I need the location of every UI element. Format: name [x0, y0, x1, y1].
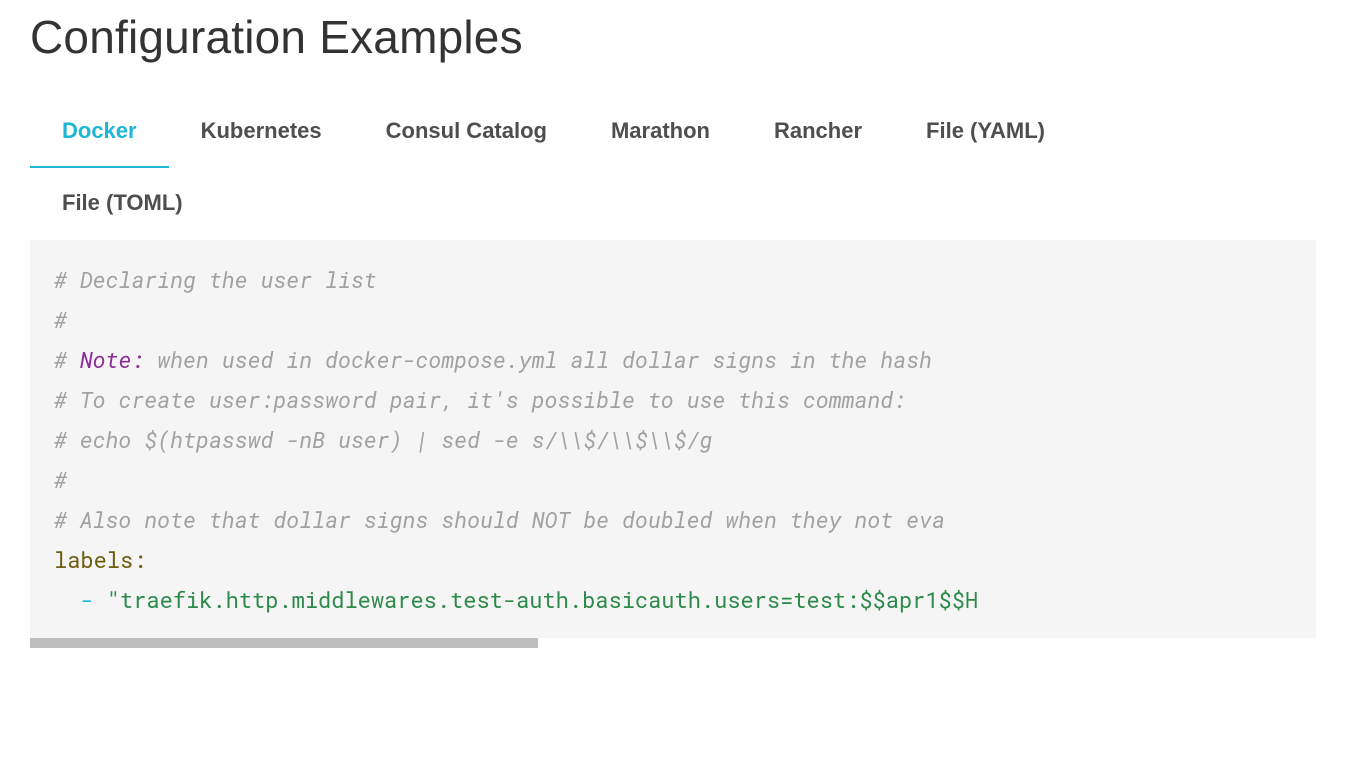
code-comment: # Declaring the user list: [54, 265, 377, 294]
tab-docker[interactable]: Docker: [30, 100, 169, 168]
tabs-row-1: Docker Kubernetes Consul Catalog Maratho…: [30, 100, 1316, 168]
code-string: "traefik.http.middlewares.test-auth.basi…: [107, 585, 978, 614]
tabs-row-2: File (TOML): [30, 172, 1316, 240]
page-title: Configuration Examples: [30, 10, 1316, 64]
code-comment: # echo $(htpasswd -nB user) | sed -e s/\…: [54, 425, 713, 454]
code-block[interactable]: # Declaring the user list # # Note: when…: [30, 240, 1316, 638]
code-comment: #: [54, 465, 67, 494]
tab-rancher[interactable]: Rancher: [742, 100, 894, 168]
tab-file-yaml[interactable]: File (YAML): [894, 100, 1077, 168]
tab-file-toml[interactable]: File (TOML): [30, 172, 215, 240]
code-key: labels:: [54, 545, 146, 574]
code-dash: -: [80, 585, 93, 614]
code-comment: when used in docker-compose.yml all doll…: [144, 345, 945, 374]
code-comment: #: [54, 305, 67, 334]
code-comment: # To create user:password pair, it's pos…: [54, 385, 906, 414]
tab-consul[interactable]: Consul Catalog: [354, 100, 579, 168]
code-comment: #: [54, 345, 80, 374]
code-comment-note: Note:: [80, 345, 145, 374]
horizontal-scrollbar[interactable]: [30, 638, 538, 648]
tab-marathon[interactable]: Marathon: [579, 100, 742, 168]
tab-kubernetes[interactable]: Kubernetes: [169, 100, 354, 168]
code-comment: # Also note that dollar signs should NOT…: [54, 505, 945, 534]
page-root: Configuration Examples Docker Kubernetes…: [0, 0, 1346, 688]
